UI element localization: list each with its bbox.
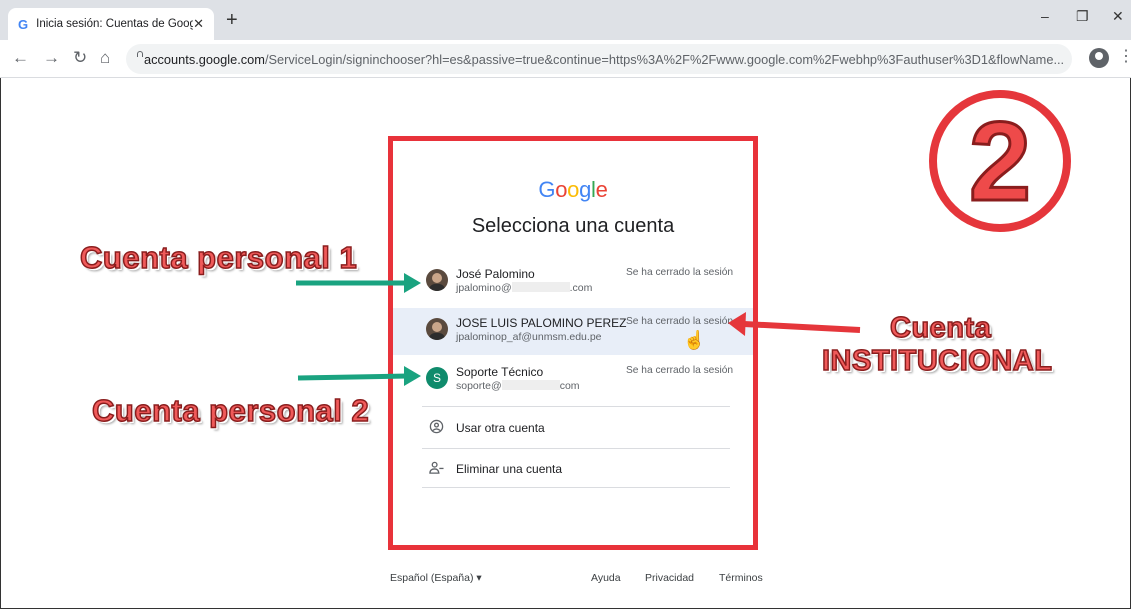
annotation-personal-1: Cuenta personal 1: [79, 239, 358, 276]
annotation-arrows: [296, 273, 861, 386]
arrow-head: [728, 312, 746, 336]
annotation-personal-2: Cuenta personal 2: [91, 392, 370, 429]
arrow-head: [404, 273, 421, 293]
step-number: 2: [967, 99, 1032, 224]
hand-cursor-icon: ☝: [683, 330, 706, 350]
annotation-institutional-line-1: Cuenta: [889, 311, 992, 345]
arrow-head: [404, 366, 421, 386]
annotation-institutional-line-2: INSTITUCIONAL: [821, 344, 1053, 378]
step-number-circle: 2: [929, 90, 1071, 232]
